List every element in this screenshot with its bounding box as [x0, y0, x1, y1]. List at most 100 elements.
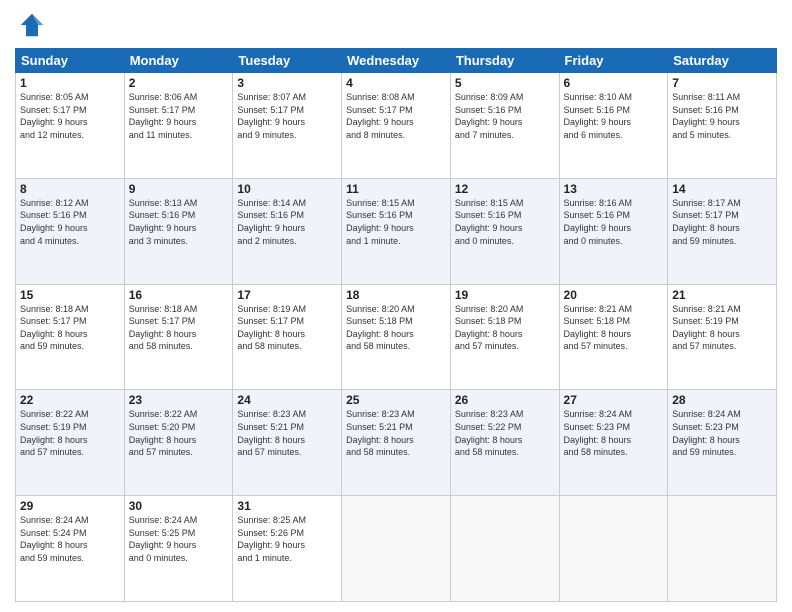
day-info: Sunrise: 8:15 AM Sunset: 5:16 PM Dayligh… [455, 197, 555, 247]
day-info: Sunrise: 8:24 AM Sunset: 5:23 PM Dayligh… [564, 408, 664, 458]
day-number: 26 [455, 393, 555, 407]
day-info: Sunrise: 8:22 AM Sunset: 5:19 PM Dayligh… [20, 408, 120, 458]
page: SundayMondayTuesdayWednesdayThursdayFrid… [0, 0, 792, 612]
day-number: 12 [455, 182, 555, 196]
day-number: 19 [455, 288, 555, 302]
day-number: 31 [237, 499, 337, 513]
calendar-cell: 7Sunrise: 8:11 AM Sunset: 5:16 PM Daylig… [668, 73, 777, 179]
calendar-cell: 20Sunrise: 8:21 AM Sunset: 5:18 PM Dayli… [559, 284, 668, 390]
calendar-cell: 19Sunrise: 8:20 AM Sunset: 5:18 PM Dayli… [450, 284, 559, 390]
day-number: 23 [129, 393, 229, 407]
day-number: 27 [564, 393, 664, 407]
calendar-cell [668, 496, 777, 602]
day-number: 24 [237, 393, 337, 407]
calendar-cell: 26Sunrise: 8:23 AM Sunset: 5:22 PM Dayli… [450, 390, 559, 496]
day-info: Sunrise: 8:09 AM Sunset: 5:16 PM Dayligh… [455, 91, 555, 141]
calendar-table: SundayMondayTuesdayWednesdayThursdayFrid… [15, 48, 777, 602]
day-number: 25 [346, 393, 446, 407]
day-info: Sunrise: 8:16 AM Sunset: 5:16 PM Dayligh… [564, 197, 664, 247]
day-info: Sunrise: 8:24 AM Sunset: 5:24 PM Dayligh… [20, 514, 120, 564]
day-number: 10 [237, 182, 337, 196]
calendar-cell: 24Sunrise: 8:23 AM Sunset: 5:21 PM Dayli… [233, 390, 342, 496]
calendar-header-monday: Monday [124, 49, 233, 73]
day-info: Sunrise: 8:12 AM Sunset: 5:16 PM Dayligh… [20, 197, 120, 247]
day-number: 6 [564, 76, 664, 90]
calendar-header-tuesday: Tuesday [233, 49, 342, 73]
day-info: Sunrise: 8:20 AM Sunset: 5:18 PM Dayligh… [455, 303, 555, 353]
day-info: Sunrise: 8:15 AM Sunset: 5:16 PM Dayligh… [346, 197, 446, 247]
day-number: 28 [672, 393, 772, 407]
day-number: 5 [455, 76, 555, 90]
day-number: 4 [346, 76, 446, 90]
day-info: Sunrise: 8:06 AM Sunset: 5:17 PM Dayligh… [129, 91, 229, 141]
header [15, 10, 777, 40]
day-info: Sunrise: 8:21 AM Sunset: 5:19 PM Dayligh… [672, 303, 772, 353]
calendar-cell [342, 496, 451, 602]
calendar-cell: 28Sunrise: 8:24 AM Sunset: 5:23 PM Dayli… [668, 390, 777, 496]
calendar-cell: 8Sunrise: 8:12 AM Sunset: 5:16 PM Daylig… [16, 178, 125, 284]
day-number: 17 [237, 288, 337, 302]
day-info: Sunrise: 8:14 AM Sunset: 5:16 PM Dayligh… [237, 197, 337, 247]
calendar-cell: 14Sunrise: 8:17 AM Sunset: 5:17 PM Dayli… [668, 178, 777, 284]
day-number: 20 [564, 288, 664, 302]
day-info: Sunrise: 8:20 AM Sunset: 5:18 PM Dayligh… [346, 303, 446, 353]
day-info: Sunrise: 8:18 AM Sunset: 5:17 PM Dayligh… [20, 303, 120, 353]
day-info: Sunrise: 8:22 AM Sunset: 5:20 PM Dayligh… [129, 408, 229, 458]
day-info: Sunrise: 8:11 AM Sunset: 5:16 PM Dayligh… [672, 91, 772, 141]
calendar-cell: 13Sunrise: 8:16 AM Sunset: 5:16 PM Dayli… [559, 178, 668, 284]
day-number: 3 [237, 76, 337, 90]
day-info: Sunrise: 8:10 AM Sunset: 5:16 PM Dayligh… [564, 91, 664, 141]
calendar-week-row: 1Sunrise: 8:05 AM Sunset: 5:17 PM Daylig… [16, 73, 777, 179]
calendar-cell: 25Sunrise: 8:23 AM Sunset: 5:21 PM Dayli… [342, 390, 451, 496]
calendar-week-row: 15Sunrise: 8:18 AM Sunset: 5:17 PM Dayli… [16, 284, 777, 390]
day-number: 18 [346, 288, 446, 302]
calendar-cell: 11Sunrise: 8:15 AM Sunset: 5:16 PM Dayli… [342, 178, 451, 284]
day-info: Sunrise: 8:17 AM Sunset: 5:17 PM Dayligh… [672, 197, 772, 247]
day-info: Sunrise: 8:24 AM Sunset: 5:23 PM Dayligh… [672, 408, 772, 458]
day-number: 16 [129, 288, 229, 302]
calendar-week-row: 22Sunrise: 8:22 AM Sunset: 5:19 PM Dayli… [16, 390, 777, 496]
calendar-cell [450, 496, 559, 602]
calendar-cell: 30Sunrise: 8:24 AM Sunset: 5:25 PM Dayli… [124, 496, 233, 602]
calendar-cell: 15Sunrise: 8:18 AM Sunset: 5:17 PM Dayli… [16, 284, 125, 390]
calendar-cell: 16Sunrise: 8:18 AM Sunset: 5:17 PM Dayli… [124, 284, 233, 390]
day-info: Sunrise: 8:21 AM Sunset: 5:18 PM Dayligh… [564, 303, 664, 353]
day-number: 22 [20, 393, 120, 407]
calendar-cell: 5Sunrise: 8:09 AM Sunset: 5:16 PM Daylig… [450, 73, 559, 179]
logo [15, 10, 49, 40]
calendar-cell [559, 496, 668, 602]
day-number: 30 [129, 499, 229, 513]
day-number: 11 [346, 182, 446, 196]
day-number: 9 [129, 182, 229, 196]
day-info: Sunrise: 8:25 AM Sunset: 5:26 PM Dayligh… [237, 514, 337, 564]
calendar-cell: 27Sunrise: 8:24 AM Sunset: 5:23 PM Dayli… [559, 390, 668, 496]
day-info: Sunrise: 8:05 AM Sunset: 5:17 PM Dayligh… [20, 91, 120, 141]
calendar-cell: 23Sunrise: 8:22 AM Sunset: 5:20 PM Dayli… [124, 390, 233, 496]
calendar-cell: 6Sunrise: 8:10 AM Sunset: 5:16 PM Daylig… [559, 73, 668, 179]
calendar-cell: 2Sunrise: 8:06 AM Sunset: 5:17 PM Daylig… [124, 73, 233, 179]
day-number: 1 [20, 76, 120, 90]
calendar-cell: 9Sunrise: 8:13 AM Sunset: 5:16 PM Daylig… [124, 178, 233, 284]
calendar-cell: 4Sunrise: 8:08 AM Sunset: 5:17 PM Daylig… [342, 73, 451, 179]
day-info: Sunrise: 8:07 AM Sunset: 5:17 PM Dayligh… [237, 91, 337, 141]
day-number: 8 [20, 182, 120, 196]
day-number: 21 [672, 288, 772, 302]
day-number: 2 [129, 76, 229, 90]
day-number: 15 [20, 288, 120, 302]
day-info: Sunrise: 8:13 AM Sunset: 5:16 PM Dayligh… [129, 197, 229, 247]
calendar-header-row: SundayMondayTuesdayWednesdayThursdayFrid… [16, 49, 777, 73]
calendar-cell: 21Sunrise: 8:21 AM Sunset: 5:19 PM Dayli… [668, 284, 777, 390]
day-info: Sunrise: 8:23 AM Sunset: 5:21 PM Dayligh… [237, 408, 337, 458]
day-info: Sunrise: 8:18 AM Sunset: 5:17 PM Dayligh… [129, 303, 229, 353]
calendar-cell: 29Sunrise: 8:24 AM Sunset: 5:24 PM Dayli… [16, 496, 125, 602]
calendar-header-thursday: Thursday [450, 49, 559, 73]
day-info: Sunrise: 8:19 AM Sunset: 5:17 PM Dayligh… [237, 303, 337, 353]
logo-icon [17, 10, 47, 40]
calendar-cell: 31Sunrise: 8:25 AM Sunset: 5:26 PM Dayli… [233, 496, 342, 602]
calendar-cell: 17Sunrise: 8:19 AM Sunset: 5:17 PM Dayli… [233, 284, 342, 390]
calendar-cell: 12Sunrise: 8:15 AM Sunset: 5:16 PM Dayli… [450, 178, 559, 284]
calendar-cell: 3Sunrise: 8:07 AM Sunset: 5:17 PM Daylig… [233, 73, 342, 179]
day-info: Sunrise: 8:08 AM Sunset: 5:17 PM Dayligh… [346, 91, 446, 141]
day-number: 13 [564, 182, 664, 196]
calendar-cell: 10Sunrise: 8:14 AM Sunset: 5:16 PM Dayli… [233, 178, 342, 284]
